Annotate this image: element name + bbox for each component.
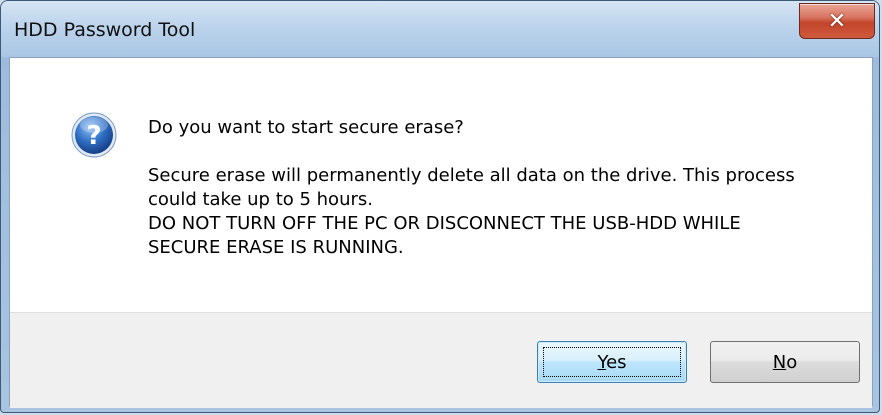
body-line-3: DO NOT TURN OFF THE PC OR DISCONNECT THE… <box>148 213 741 234</box>
no-button[interactable]: No <box>710 341 860 383</box>
close-button[interactable]: ✕ <box>799 3 875 39</box>
focus-rectangle <box>543 347 681 377</box>
dialog-content: ? Do you want to start secure erase? Sec… <box>9 57 873 408</box>
yes-button[interactable]: Yes <box>537 341 687 383</box>
question-text: Do you want to start secure erase? <box>148 117 464 138</box>
question-icon: ? <box>71 112 117 158</box>
svg-text:?: ? <box>86 121 101 151</box>
window-title: HDD Password Tool <box>14 19 196 41</box>
close-icon: ✕ <box>827 8 847 34</box>
button-bar: Yes No <box>10 312 872 408</box>
title-bar[interactable]: HDD Password Tool ✕ <box>1 1 879 57</box>
no-button-label: No <box>772 351 798 373</box>
body-line-4: SECURE ERASE IS RUNNING. <box>148 237 404 258</box>
body-line-1: Secure erase will permanently delete all… <box>148 165 795 186</box>
dialog-window: HDD Password Tool ✕ ? Do you want to sta… <box>0 0 880 413</box>
body-line-2: could take up to 5 hours. <box>148 189 373 210</box>
